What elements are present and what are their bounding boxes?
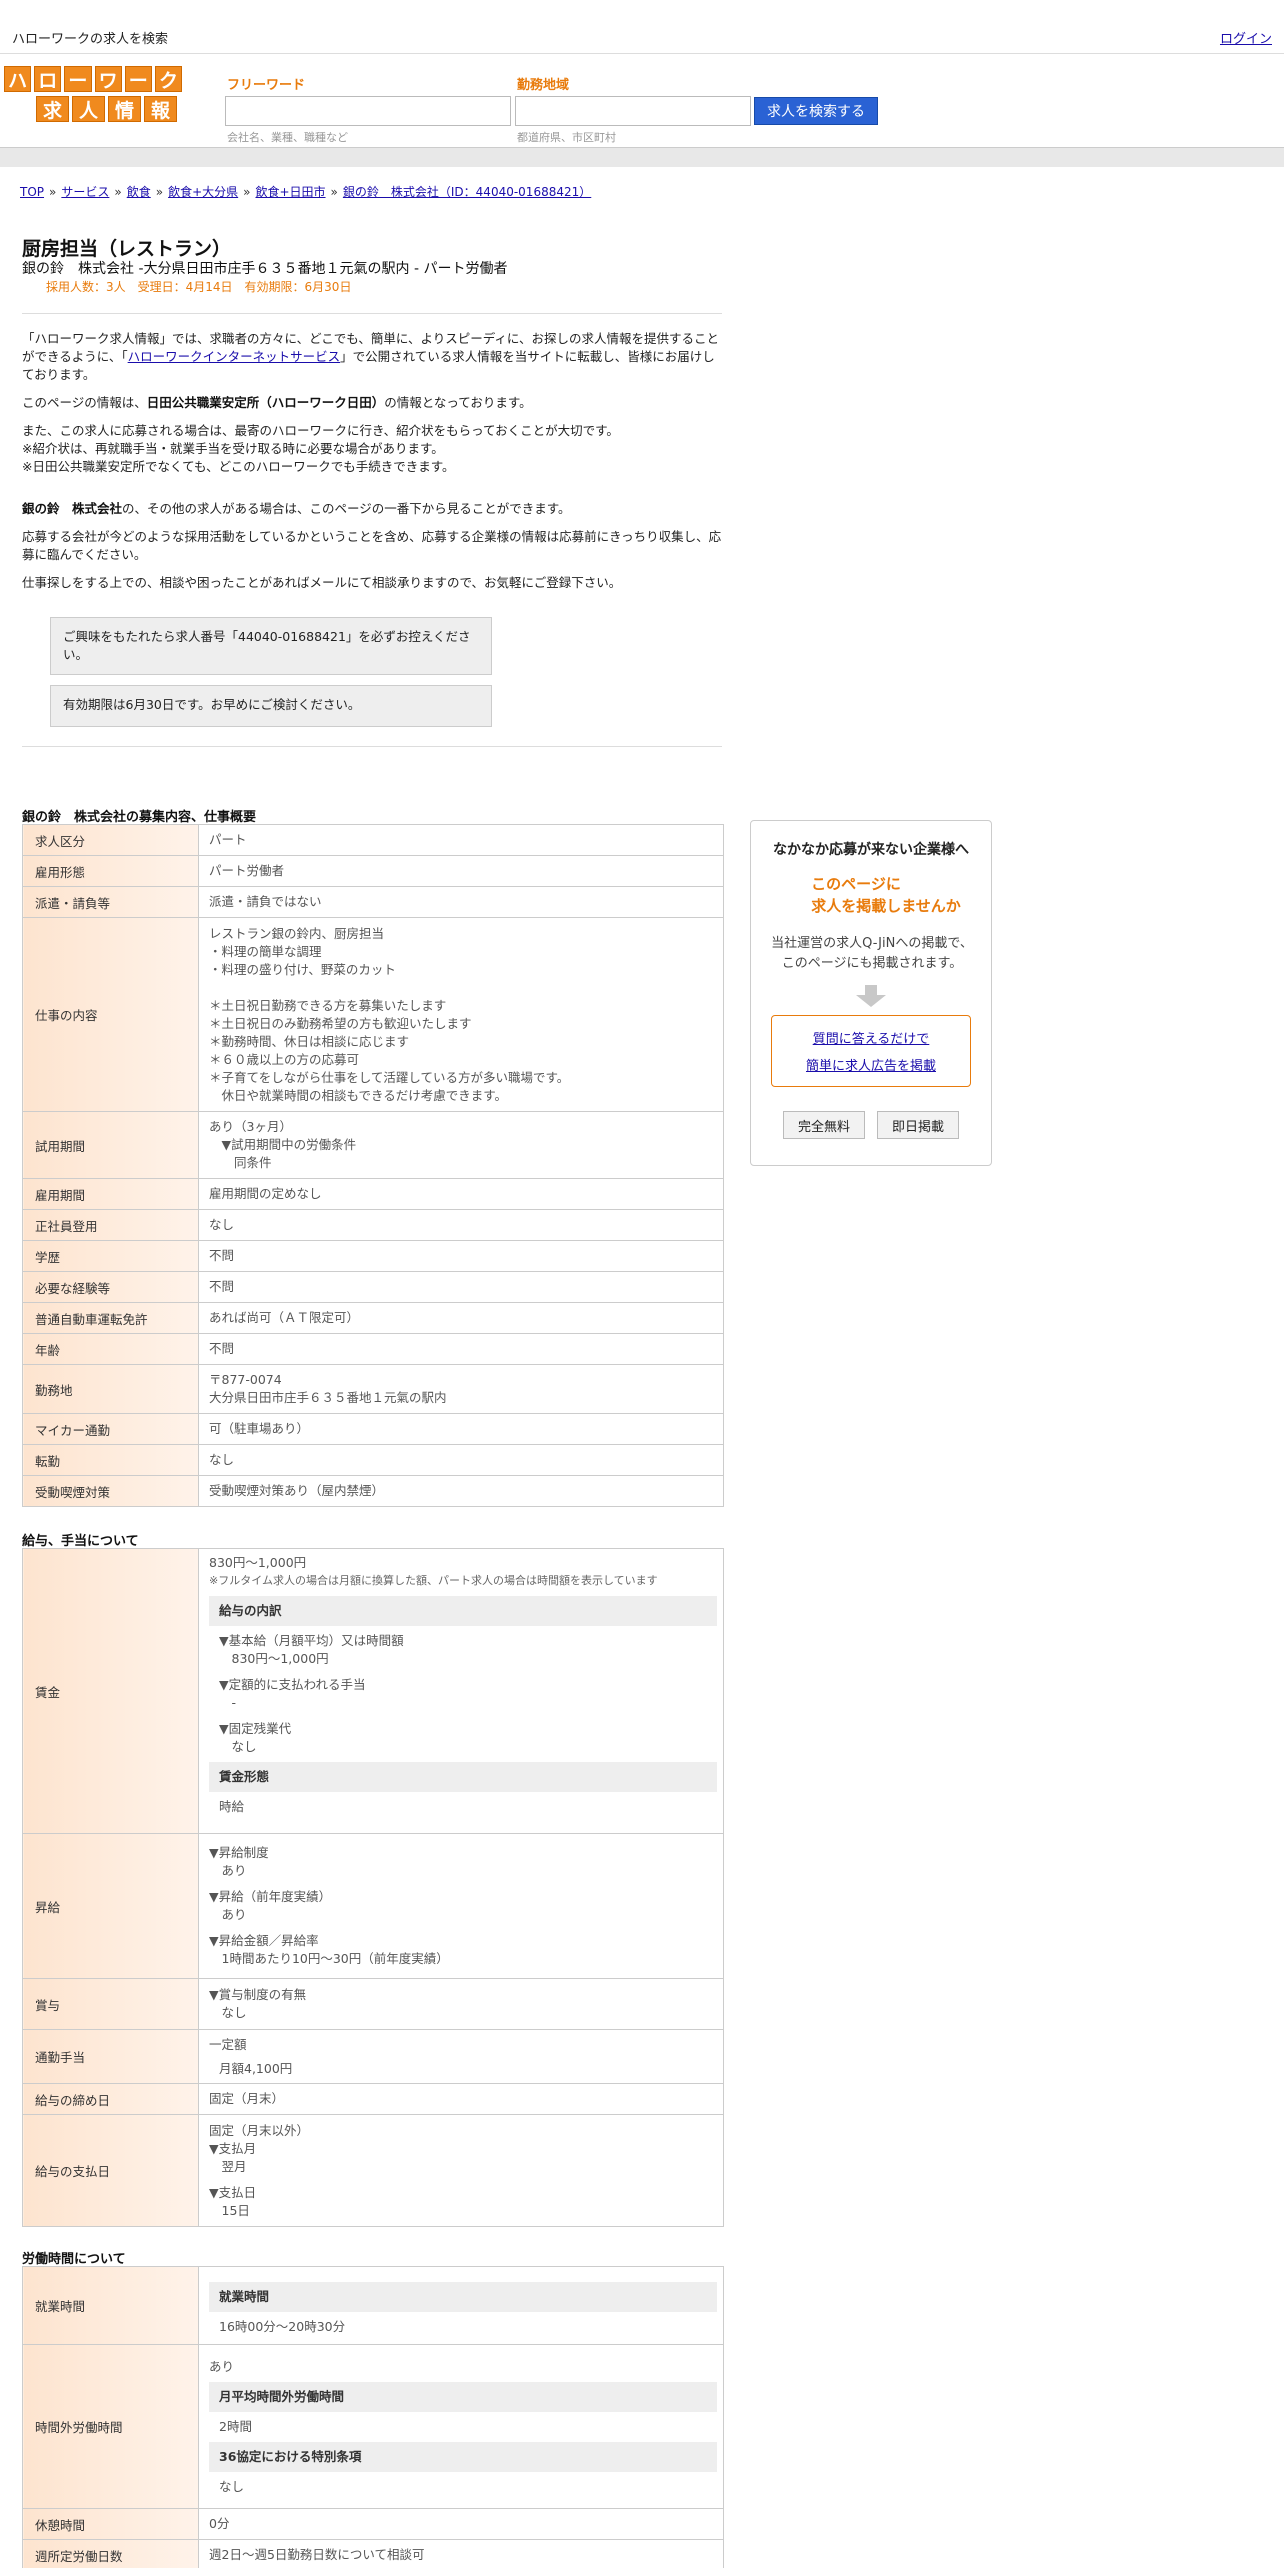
section-title-overview: 銀の鈴 株式会社の募集内容、仕事概要 bbox=[22, 810, 257, 825]
divider bbox=[22, 746, 722, 747]
keyword-hint: 会社名、業種、職種など bbox=[227, 131, 348, 144]
table-row: 通勤手当 一定額 月額4,100円 bbox=[22, 2029, 724, 2084]
breadcrumb: TOP» サービス» 飲食» 飲食+大分県» 飲食+日田市» 銀の鈴 株式会社（ID：44… bbox=[20, 185, 592, 199]
table-row: 求人区分 パート bbox=[22, 824, 724, 856]
job-number-notice: ご興味をもたれたら求人番号「44040-01688421」を必ずお控えください。 bbox=[50, 617, 492, 675]
table-row: マイカー通勤 可（駐車場あり） bbox=[22, 1413, 724, 1445]
section-title-hours: 労働時間について bbox=[22, 2252, 126, 2267]
logo-char: ー bbox=[124, 66, 152, 92]
logo-char: ロ bbox=[34, 66, 62, 92]
logo-char: ー bbox=[64, 66, 92, 92]
table-row: 勤務地 〒877-0074 大分県日田市庄手６３５番地１元氣の駅内 bbox=[22, 1364, 724, 1414]
same-day-posting-button[interactable]: 即日掲載 bbox=[877, 1111, 959, 1139]
logo-char: 求 bbox=[36, 96, 69, 122]
breadcrumb-link-company[interactable]: 銀の鈴 株式会社（ID：44040-01688421） bbox=[343, 185, 591, 199]
expiry-notice: 有効期限は6月30日です。お早めにご検討ください。 bbox=[50, 685, 492, 727]
table-row: 正社員登用 なし bbox=[22, 1209, 724, 1241]
table-row: 昇給 ▼昇給制度 あり ▼昇給（前年度実績） あり ▼昇給金額／昇給率 1時間あ… bbox=[22, 1833, 724, 1979]
breadcrumb-link-food-oita[interactable]: 飲食+大分県 bbox=[168, 185, 238, 199]
table-row: 週所定労働日数 週2日〜週5日勤務日数について相談可 bbox=[22, 2539, 724, 2568]
page-title: 厨房担当（レストラン） bbox=[22, 238, 232, 260]
site-tagline: ハローワークの求人を検索 bbox=[12, 32, 169, 47]
breadcrumb-link-service[interactable]: サービス bbox=[61, 185, 109, 199]
job-meta: 採用人数：3人 受理日：4月14日 有効期限：6月30日 bbox=[46, 280, 352, 294]
table-row: 賃金 830円〜1,000円 ※フルタイム求人の場合は月額に換算した額、パート求… bbox=[22, 1548, 724, 1834]
breadcrumb-link-top[interactable]: TOP bbox=[20, 185, 44, 199]
sidebar-headline: このページに 求人を掲載しませんか bbox=[811, 875, 961, 915]
overview-table: 求人区分 パート 雇用形態 パート労働者 派遣・請負等 派遣・請負ではない 仕事の内容… bbox=[22, 824, 724, 1507]
intro-text: 「ハローワーク求人情報」では、求職者の方々に、どこでも、簡単に、よりスピーディに… bbox=[22, 330, 722, 602]
table-row: 休憩時間 0分 bbox=[22, 2508, 724, 2540]
header-divider-band bbox=[0, 147, 1284, 167]
arrow-down-icon bbox=[856, 985, 886, 1007]
sidebar-links: 質問に答えるだけで 簡単に求人広告を掲載 bbox=[771, 1015, 971, 1087]
keyword-input[interactable] bbox=[225, 96, 511, 126]
sidebar-description: 当社運営の求人Q-JiNへの掲載で、このページにも掲載されます。 bbox=[771, 936, 973, 971]
salary-table: 賃金 830円〜1,000円 ※フルタイム求人の場合は月額に換算した額、パート求… bbox=[22, 1548, 724, 2227]
hours-table: 就業時間 就業時間 16時00分〜20時30分 時間外労働時間 あり 月平均時間外… bbox=[22, 2266, 724, 2568]
hellowork-internet-service-link[interactable]: ハローワークインターネットサービス bbox=[128, 349, 341, 364]
logo-char: 報 bbox=[144, 96, 177, 122]
table-row: 時間外労働時間 あり 月平均時間外労働時間 2時間 36協定における特別条項 な… bbox=[22, 2344, 724, 2509]
table-row: 雇用期間 雇用期間の定めなし bbox=[22, 1178, 724, 1210]
table-row: 雇用形態 パート労働者 bbox=[22, 855, 724, 887]
area-hint: 都道府県、市区町村 bbox=[517, 131, 616, 144]
logo-char: 情 bbox=[108, 96, 141, 122]
intro-paragraph: このページの情報は、日田公共職業安定所（ハローワーク日田）の情報となっております… bbox=[22, 395, 532, 410]
divider bbox=[22, 313, 722, 314]
hellowork-logo[interactable]: ハ ロ ー ワ ー ク 求 人 情 報 bbox=[4, 66, 183, 122]
logo-char: 人 bbox=[72, 96, 105, 122]
table-row: 学歴 不問 bbox=[22, 1240, 724, 1272]
logo-char: ワ bbox=[94, 66, 122, 92]
area-input[interactable] bbox=[515, 96, 751, 126]
intro-paragraph: 銀の鈴 株式会社の、その他の求人がある場合は、このページの一番下から見ることがで… bbox=[22, 501, 571, 516]
intro-paragraph: 応募する会社が今どのような採用活動をしているかということを含め、応募する企業様の… bbox=[22, 529, 722, 562]
intro-paragraph: 仕事探しをする上での、相談や困ったことがあればメールにて相談承りますので、お気軽… bbox=[22, 575, 622, 590]
answer-questions-link[interactable]: 質問に答えるだけで bbox=[813, 1032, 930, 1047]
section-title-salary: 給与、手当について bbox=[22, 1534, 139, 1549]
table-row: 受動喫煙対策 受動喫煙対策あり（屋内禁煙） bbox=[22, 1475, 724, 1507]
area-label: 勤務地域 bbox=[517, 78, 570, 93]
logo-char: ハ bbox=[4, 66, 32, 92]
keyword-label: フリーワード bbox=[227, 78, 306, 93]
login-link[interactable]: ログイン bbox=[1220, 28, 1272, 47]
post-job-ad-link[interactable]: 簡単に求人広告を掲載 bbox=[806, 1059, 936, 1074]
top-bar: ハローワークの求人を検索 ログイン bbox=[0, 0, 1284, 54]
table-row: 賞与 ▼賞与制度の有無 なし bbox=[22, 1978, 724, 2030]
table-row: 試用期間 あり（3ヶ月） ▼試用期間中の労働条件 同条件 bbox=[22, 1111, 724, 1179]
sidebar-title: なかなか応募が来ない企業様へ bbox=[773, 842, 969, 858]
table-row: 普通自動車運転免許 あれば尚可（ＡＴ限定可） bbox=[22, 1302, 724, 1334]
table-row: 派遣・請負等 派遣・請負ではない bbox=[22, 886, 724, 918]
advertise-sidebar: なかなか応募が来ない企業様へ このページに 求人を掲載しませんか 当社運営の求人… bbox=[750, 820, 992, 1166]
table-row: 必要な経験等 不問 bbox=[22, 1271, 724, 1303]
table-row: 仕事の内容 レストラン銀の鈴内、厨房担当 ・料理の簡単な調理 ・料理の盛り付け、野… bbox=[22, 917, 724, 1112]
table-row: 給与の支払日 固定（月末以外） ▼支払月 翌月 ▼支払日 15日 bbox=[22, 2114, 724, 2227]
free-button[interactable]: 完全無料 bbox=[783, 1111, 865, 1139]
table-row: 転勤 なし bbox=[22, 1444, 724, 1476]
intro-paragraph: 「ハローワーク求人情報」では、求職者の方々に、どこでも、簡単に、よりスピーディに… bbox=[22, 331, 720, 382]
logo-char: ク bbox=[154, 66, 183, 92]
intro-paragraph: また、この求人に応募される場合は、最寄のハローワークに行き、紹介状をもらっておく… bbox=[22, 423, 619, 474]
job-subtitle: 銀の鈴 株式会社 -大分県日田市庄手６３５番地１元氣の駅内 - パート労働者 bbox=[22, 261, 508, 277]
table-row: 年齢 不問 bbox=[22, 1333, 724, 1365]
search-jobs-button[interactable]: 求人を検索する bbox=[754, 97, 878, 125]
breadcrumb-link-food[interactable]: 飲食 bbox=[127, 185, 151, 199]
breadcrumb-link-food-hita[interactable]: 飲食+日田市 bbox=[255, 185, 325, 199]
table-row: 就業時間 就業時間 16時00分〜20時30分 bbox=[22, 2266, 724, 2345]
table-row: 給与の締め日 固定（月末） bbox=[22, 2083, 724, 2115]
